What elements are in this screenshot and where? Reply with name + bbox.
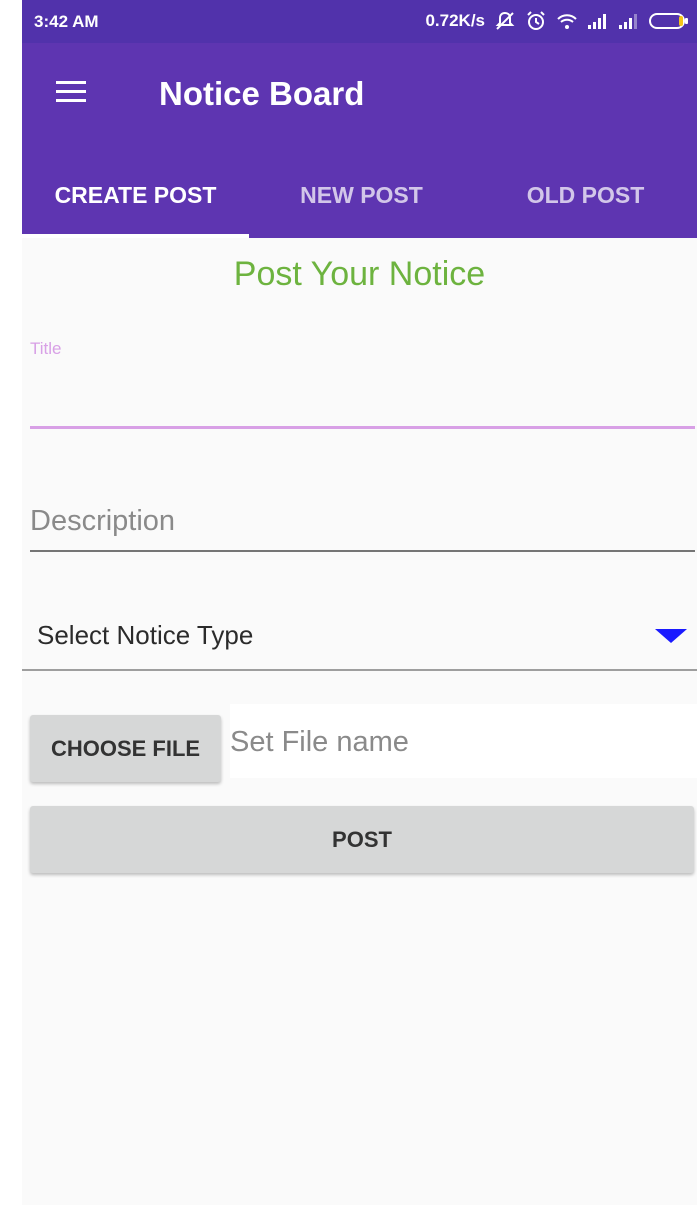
- file-name-input[interactable]: Set File name: [230, 704, 697, 778]
- tab-old-post[interactable]: OLD POST: [474, 153, 697, 238]
- signal-icon: [588, 14, 606, 29]
- alarm-icon: [527, 11, 545, 30]
- selected-tab-indicator: [22, 234, 249, 238]
- network-speed: 0.72K/s: [425, 11, 485, 30]
- description-field-underline: [30, 550, 695, 552]
- form-heading: Post Your Notice: [233, 255, 486, 293]
- post-button[interactable]: POST: [30, 806, 694, 873]
- choose-file-button[interactable]: CHOOSE FILE: [30, 715, 221, 782]
- description-placeholder: Description: [30, 505, 176, 537]
- file-name-placeholder: Set File name: [230, 726, 409, 758]
- title-field-label: Title: [30, 339, 62, 358]
- status-icons: 0.72K/s: [425, 10, 689, 32]
- app-screen: 3:42 AM 0.72K/s Notice Board CREATE POST…: [22, 0, 697, 1205]
- hamburger-menu-icon[interactable]: [56, 81, 86, 103]
- status-bar: 3:42 AM 0.72K/s: [22, 0, 697, 43]
- dropdown-underline: [22, 669, 697, 671]
- status-time: 3:42 AM: [34, 12, 99, 31]
- tab-new-post[interactable]: NEW POST: [249, 153, 474, 238]
- notifications-off-icon: [495, 11, 515, 30]
- wifi-icon: [557, 14, 577, 29]
- app-bar: Notice Board CREATE POST NEW POST OLD PO…: [22, 43, 697, 238]
- signal-icon: [619, 14, 637, 29]
- battery-icon: [649, 13, 688, 29]
- dropdown-arrow-icon: [655, 629, 687, 643]
- app-title: Notice Board: [159, 75, 365, 112]
- tab-bar: CREATE POST NEW POST OLD POST: [22, 153, 697, 238]
- tab-create-post[interactable]: CREATE POST: [22, 153, 249, 238]
- notice-type-dropdown[interactable]: Select Notice Type: [22, 600, 697, 672]
- notice-type-selected: Select Notice Type: [37, 620, 254, 650]
- title-field-underline: [30, 426, 695, 429]
